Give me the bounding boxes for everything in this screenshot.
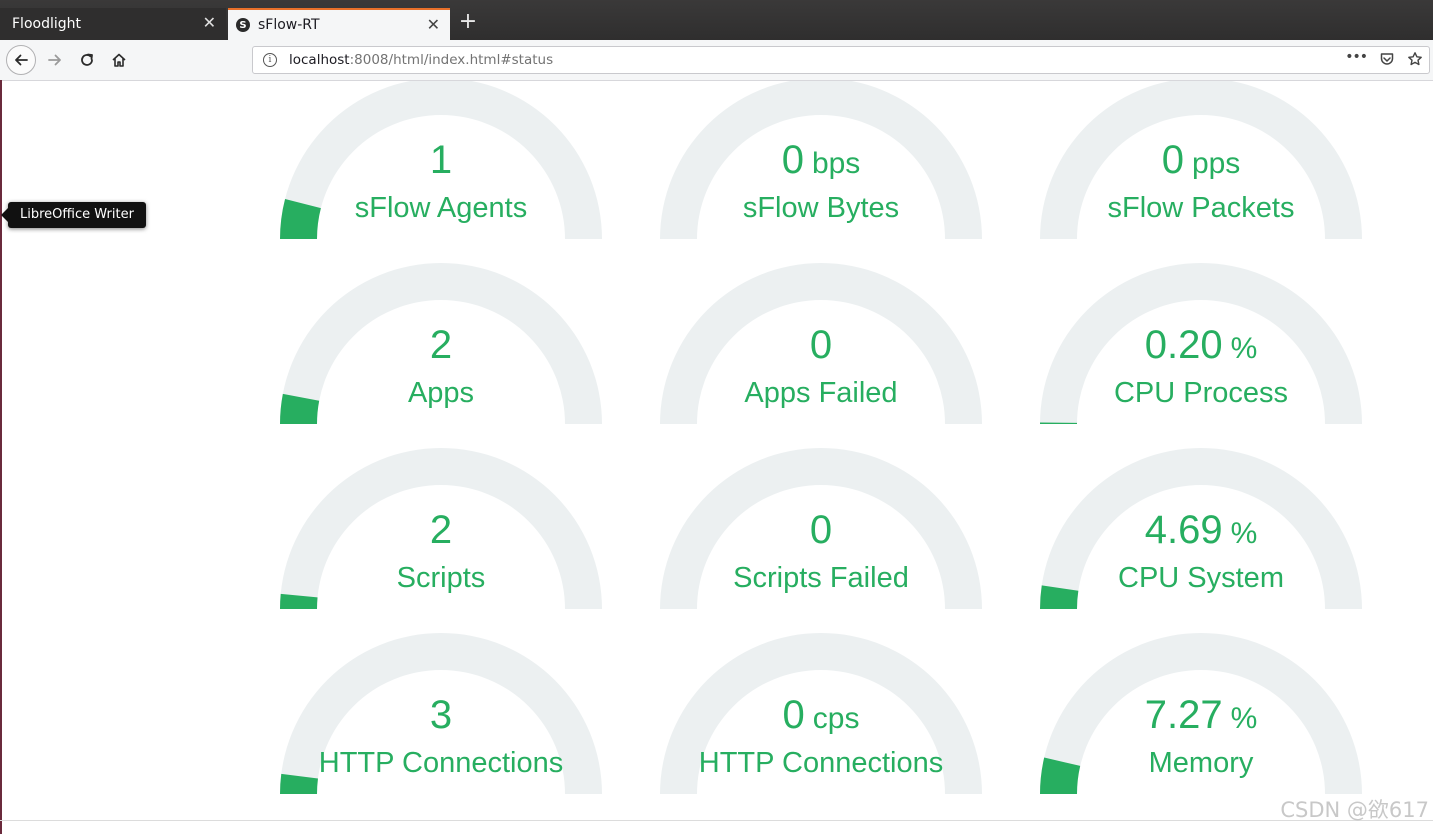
gauge-number: 0 xyxy=(809,323,833,367)
gauge-label: CPU System xyxy=(1118,562,1284,594)
pocket-icon[interactable] xyxy=(1379,51,1395,71)
gauge-number: 4.69 xyxy=(1144,508,1223,552)
gauge-value: 0 xyxy=(660,508,982,553)
bookmark-star-icon[interactable] xyxy=(1407,51,1423,71)
gauge-unit: cps xyxy=(812,702,860,735)
libreoffice-writer-tooltip: LibreOffice Writer xyxy=(1,202,146,228)
gauge-unit: pps xyxy=(1191,147,1241,180)
gauge-label: Scripts Failed xyxy=(733,562,909,594)
arrow-left-icon xyxy=(15,54,28,66)
gauge-unit: % xyxy=(1230,517,1258,550)
gauge-value: 0.20% xyxy=(1040,323,1362,368)
status-divider xyxy=(0,820,1433,821)
gauge-http-connections: 0 cps HTTP Connections xyxy=(660,633,982,813)
gauge-label: CPU Process xyxy=(1113,377,1289,409)
gauge-label: sFlow Agents xyxy=(354,192,528,224)
gauge-number: 0 xyxy=(1161,138,1184,182)
gauge-memory: 7.27% Memory xyxy=(1040,633,1362,813)
gauge-unit: % xyxy=(1230,332,1258,365)
back-button[interactable] xyxy=(6,45,36,75)
gauge-label: Apps xyxy=(407,377,475,409)
forward-button[interactable] xyxy=(40,45,70,75)
gauge-sflow-packets: 0 pps sFlow Packets xyxy=(1040,81,1362,258)
gauge-sflow-bytes: 0 bps sFlow Bytes xyxy=(660,81,982,258)
url-host: localhost xyxy=(289,52,350,68)
url-bar[interactable]: i localhost:8008/html/index.html#status … xyxy=(252,46,1430,74)
home-button[interactable] xyxy=(104,45,134,75)
tab-bar: Floodlight ✕ S sFlow-RT ✕ + xyxy=(0,0,1433,40)
gauge-value: 0 cps xyxy=(660,693,982,738)
gauge-value: 2 xyxy=(280,323,602,368)
gauge-value: 1 xyxy=(280,138,602,183)
url-path: :8008/html/index.html#status xyxy=(349,52,554,68)
gauge-value: 2 xyxy=(280,508,602,553)
gauge-unit: % xyxy=(1230,702,1258,735)
gauge-scripts-failed: 0 Scripts Failed xyxy=(660,448,982,628)
sflow-favicon-icon: S xyxy=(236,18,250,32)
page-actions-menu-icon[interactable]: ••• xyxy=(1345,49,1368,65)
gauge-number: 2 xyxy=(429,508,453,552)
gauge-label: sFlow Packets xyxy=(1107,192,1295,224)
gauge-value: 7.27% xyxy=(1040,693,1362,738)
gauge-label: HTTP Connections xyxy=(318,747,564,779)
home-icon xyxy=(112,53,126,67)
tab-title: Floodlight xyxy=(12,16,81,32)
tab-sflow-rt[interactable]: S sFlow-RT ✕ xyxy=(228,8,450,40)
close-tab-icon[interactable]: ✕ xyxy=(203,14,216,32)
reload-button[interactable] xyxy=(72,45,102,75)
gauge-number: 3 xyxy=(429,693,453,737)
reload-icon xyxy=(81,53,93,66)
csdn-watermark: CSDN @欲617 xyxy=(1280,798,1429,822)
gauge-cpu-process: 0.20% CPU Process xyxy=(1040,263,1362,443)
gauge-apps: 2 Apps xyxy=(280,263,602,443)
tab-title: sFlow-RT xyxy=(258,17,320,33)
gauge-value: 0 xyxy=(660,323,982,368)
navigation-bar: i localhost:8008/html/index.html#status … xyxy=(0,40,1433,81)
gauge-number: 7.27 xyxy=(1144,693,1223,737)
gauge-http-connections: 3 HTTP Connections xyxy=(280,633,602,813)
gauge-value: 0 bps xyxy=(660,138,982,183)
gauge-number: 0.20 xyxy=(1144,323,1223,367)
gauge-number: 1 xyxy=(429,138,453,182)
gauge-label: Memory xyxy=(1148,747,1254,779)
gauge-value: 0 pps xyxy=(1040,138,1362,183)
gauge-scripts: 2 Scripts xyxy=(280,448,602,628)
gauge-number: 0 xyxy=(809,508,833,552)
gauge-label: sFlow Bytes xyxy=(742,192,900,224)
gauge-number: 0 xyxy=(781,138,804,182)
gauge-unit: bps xyxy=(811,147,861,180)
close-tab-icon[interactable]: ✕ xyxy=(427,16,440,34)
gauge-label: Apps Failed xyxy=(744,377,898,409)
info-icon[interactable]: i xyxy=(263,53,277,67)
gauge-number: 2 xyxy=(429,323,453,367)
gauge-number: 0 xyxy=(782,693,805,737)
gauge-cpu-system: 4.69% CPU System xyxy=(1040,448,1362,628)
gauge-label: Scripts xyxy=(396,562,486,594)
status-dashboard: 1 sFlow Agents 0 bps sFlow Bytes 0 pps sFlow Pa… xyxy=(0,81,1433,820)
gauge-label: HTTP Connections xyxy=(698,747,944,779)
arrow-right-icon xyxy=(48,54,61,66)
tab-floodlight[interactable]: Floodlight ✕ xyxy=(0,8,226,40)
new-tab-button[interactable]: + xyxy=(455,9,481,35)
gauge-sflow-agents: 1 sFlow Agents xyxy=(280,81,602,258)
gauge-apps-failed: 0 Apps Failed xyxy=(660,263,982,443)
gauge-value: 4.69% xyxy=(1040,508,1362,553)
gauge-value: 3 xyxy=(280,693,602,738)
